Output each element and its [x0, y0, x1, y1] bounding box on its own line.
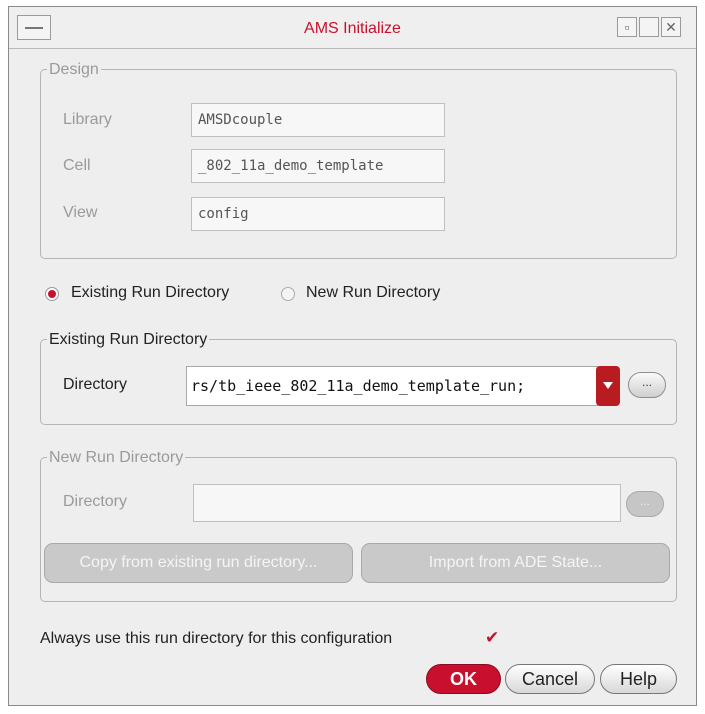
- existing-directory-combo[interactable]: rs/tb_ieee_802_11a_demo_template_run;: [186, 366, 598, 406]
- design-legend: Design: [47, 60, 101, 80]
- library-label: Library: [63, 111, 112, 128]
- new-directory-field[interactable]: [193, 484, 621, 522]
- existing-run-directory-radio-label[interactable]: Existing Run Directory: [71, 284, 229, 302]
- help-button[interactable]: Help: [600, 664, 677, 694]
- existing-run-directory-radio[interactable]: [45, 287, 59, 301]
- ok-button[interactable]: OK: [426, 664, 501, 694]
- view-field: config: [191, 197, 445, 231]
- view-label: View: [63, 204, 98, 221]
- always-use-label: Always use this run directory for this c…: [40, 630, 393, 647]
- copy-from-existing-button[interactable]: Copy from existing run directory...: [44, 543, 353, 583]
- cell-label: Cell: [63, 157, 91, 174]
- cell-field: _802_11a_demo_template: [191, 149, 445, 183]
- minimize-icon[interactable]: ▫: [617, 17, 637, 37]
- library-field: AMSDcouple: [191, 103, 445, 137]
- window-title: AMS Initialize: [304, 20, 401, 37]
- title-bar: AMS Initialize ▫ ✕: [9, 7, 696, 49]
- new-directory-label: Directory: [63, 493, 128, 510]
- new-browse-button[interactable]: ...: [626, 491, 664, 517]
- maximize-icon[interactable]: [639, 17, 659, 37]
- import-from-ade-state-button[interactable]: Import from ADE State...: [361, 543, 670, 583]
- chevron-down-icon[interactable]: [596, 366, 620, 406]
- close-icon[interactable]: ✕: [661, 17, 681, 37]
- new-run-directory-radio[interactable]: [281, 287, 295, 301]
- new-run-directory-radio-label[interactable]: New Run Directory: [306, 284, 440, 302]
- existing-run-directory-legend: Existing Run Directory: [47, 330, 210, 350]
- cancel-button[interactable]: Cancel: [505, 664, 595, 694]
- ams-initialize-dialog: AMS Initialize ▫ ✕ Design Library AMSDco…: [8, 6, 697, 706]
- existing-browse-button[interactable]: ...: [628, 372, 666, 398]
- existing-directory-label: Directory: [63, 376, 128, 393]
- always-use-checkbox[interactable]: ✔: [485, 628, 499, 648]
- new-run-directory-legend: New Run Directory: [47, 448, 186, 468]
